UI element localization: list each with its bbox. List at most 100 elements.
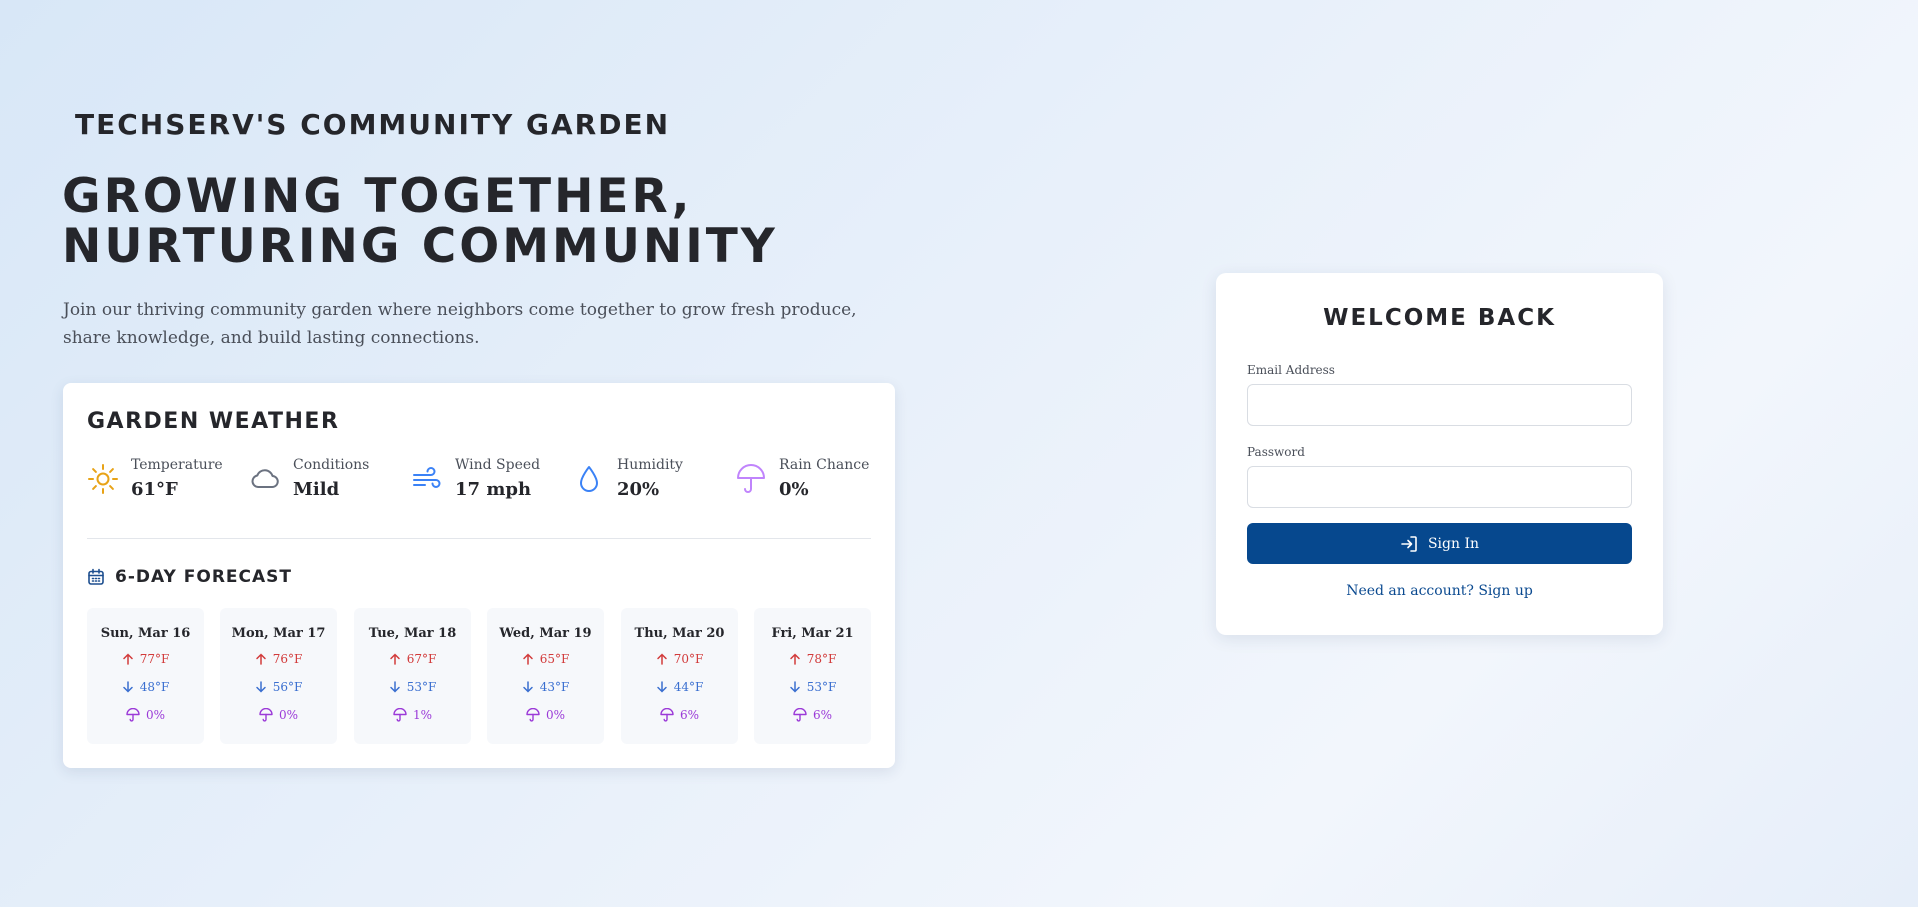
forecast-low-value: 53°F [406, 680, 437, 694]
forecast-title: 6-DAY FORECAST [115, 567, 292, 587]
forecast-low: 48°F [87, 679, 204, 695]
arrow-up-icon [255, 653, 266, 665]
arrow-down-icon [789, 681, 800, 693]
forecast-day-name: Wed, Mar 19 [499, 626, 592, 641]
forecast-day-name: Thu, Mar 20 [634, 626, 725, 641]
hero-description: Join our thriving community garden where… [63, 300, 857, 348]
metric-value: 61°F [131, 479, 178, 500]
arrow-up-icon [122, 653, 133, 665]
forecast-day-name: Mon, Mar 17 [231, 626, 326, 641]
forecast-day-card: Mon, Mar 17 76°F 56°F 0% [220, 608, 337, 744]
sign-in-button[interactable]: Sign In [1247, 523, 1632, 564]
forecast-high: 77°F [87, 651, 204, 667]
hero-title-line-1: GROWING TOGETHER, [62, 169, 693, 224]
metric-label: Rain Chance [779, 457, 870, 473]
calendar-icon [88, 568, 104, 585]
arrow-up-icon [522, 653, 533, 665]
metric-humidity: Humidity 20% [573, 457, 733, 507]
forecast-low: 43°F [487, 679, 604, 695]
forecast-rain: 6% [754, 707, 871, 723]
forecast-day-card: Tue, Mar 18 67°F 53°F 1% [354, 608, 471, 744]
forecast-rain-value: 0% [545, 708, 566, 722]
password-label: Password [1247, 445, 1305, 459]
metric-value: 17 mph [455, 479, 532, 500]
forecast-day-card: Fri, Mar 21 78°F 53°F 6% [754, 608, 871, 744]
umbrella-icon [793, 708, 807, 722]
forecast-day-name: Fri, Mar 21 [771, 626, 854, 641]
forecast-day-card: Sun, Mar 16 77°F 48°F 0% [87, 608, 204, 744]
forecast-high: 65°F [487, 651, 604, 667]
hero-title: GROWING TOGETHER, NURTURING COMMUNITY [62, 172, 782, 272]
login-card: WELCOME BACK Email Address Password Sign… [1216, 273, 1663, 635]
forecast-rain-value: 1% [412, 708, 433, 722]
arrow-up-icon [789, 653, 800, 665]
forecast-low: 44°F [621, 679, 738, 695]
forecast-high-value: 77°F [139, 652, 170, 666]
forecast-high: 70°F [621, 651, 738, 667]
metric-label: Wind Speed [455, 457, 541, 473]
sign-up-link[interactable]: Need an account? Sign up [1216, 583, 1663, 599]
sun-icon [88, 464, 118, 494]
metric-label: Temperature [131, 457, 223, 473]
email-field[interactable] [1247, 384, 1632, 426]
umbrella-icon [526, 708, 540, 722]
forecast-low-value: 43°F [539, 680, 570, 694]
arrow-down-icon [656, 681, 667, 693]
umbrella-icon [660, 708, 674, 722]
forecast-high: 76°F [220, 651, 337, 667]
forecast-rain: 0% [220, 707, 337, 723]
arrow-down-icon [255, 681, 266, 693]
hero-title-line-2: NURTURING COMMUNITY [62, 219, 778, 274]
forecast-rain-value: 6% [679, 708, 700, 722]
metric-label: Conditions [293, 457, 370, 473]
forecast-rain-value: 0% [278, 708, 299, 722]
forecast-rain: 0% [87, 707, 204, 723]
weather-title: GARDEN WEATHER [87, 409, 340, 434]
forecast-low: 53°F [354, 679, 471, 695]
forecast-days: Sun, Mar 16 77°F 48°F 0% Mon, Mar 17 76°… [87, 608, 871, 744]
email-label: Email Address [1247, 363, 1335, 377]
metric-value: Mild [293, 479, 340, 500]
forecast-day-card: Thu, Mar 20 70°F 44°F 6% [621, 608, 738, 744]
forecast-high-value: 70°F [673, 652, 704, 666]
forecast-rain: 1% [354, 707, 471, 723]
umbrella-icon [126, 708, 140, 722]
metric-label: Humidity [617, 457, 683, 473]
umbrella-icon [393, 708, 407, 722]
forecast-rain: 6% [621, 707, 738, 723]
arrow-up-icon [389, 653, 400, 665]
arrow-down-icon [389, 681, 400, 693]
forecast-header: 6-DAY FORECAST [87, 566, 292, 588]
cloud-icon [251, 469, 279, 488]
forecast-high: 67°F [354, 651, 471, 667]
forecast-day-name: Sun, Mar 16 [100, 626, 191, 641]
forecast-day-card: Wed, Mar 19 65°F 43°F 0% [487, 608, 604, 744]
sign-in-label: Sign In [1427, 535, 1480, 552]
umbrella-icon [737, 464, 765, 493]
arrow-down-icon [522, 681, 533, 693]
password-field[interactable] [1247, 466, 1632, 508]
metric-wind-speed: Wind Speed 17 mph [411, 457, 571, 507]
forecast-day-name: Tue, Mar 18 [368, 626, 457, 641]
forecast-high-value: 67°F [406, 652, 437, 666]
forecast-rain: 0% [487, 707, 604, 723]
forecast-low: 56°F [220, 679, 337, 695]
forecast-rain-value: 0% [145, 708, 166, 722]
metric-temperature: Temperature 61°F [87, 457, 247, 507]
forecast-low-value: 48°F [139, 680, 170, 694]
wind-icon [413, 467, 441, 488]
arrow-down-icon [122, 681, 133, 693]
forecast-rain-value: 6% [812, 708, 833, 722]
metric-rain-chance: Rain Chance 0% [735, 457, 895, 507]
forecast-low-value: 56°F [272, 680, 303, 694]
arrow-up-icon [656, 653, 667, 665]
divider [87, 538, 871, 539]
sign-in-icon [1401, 535, 1417, 552]
droplet-icon [580, 466, 598, 492]
forecast-low-value: 53°F [806, 680, 837, 694]
umbrella-icon [259, 708, 273, 722]
weather-card: GARDEN WEATHER Temperature 61°F Conditio… [63, 383, 895, 768]
brand-title: TECHSERV'S COMMUNITY GARDEN [75, 108, 671, 141]
forecast-low: 53°F [754, 679, 871, 695]
forecast-high: 78°F [754, 651, 871, 667]
